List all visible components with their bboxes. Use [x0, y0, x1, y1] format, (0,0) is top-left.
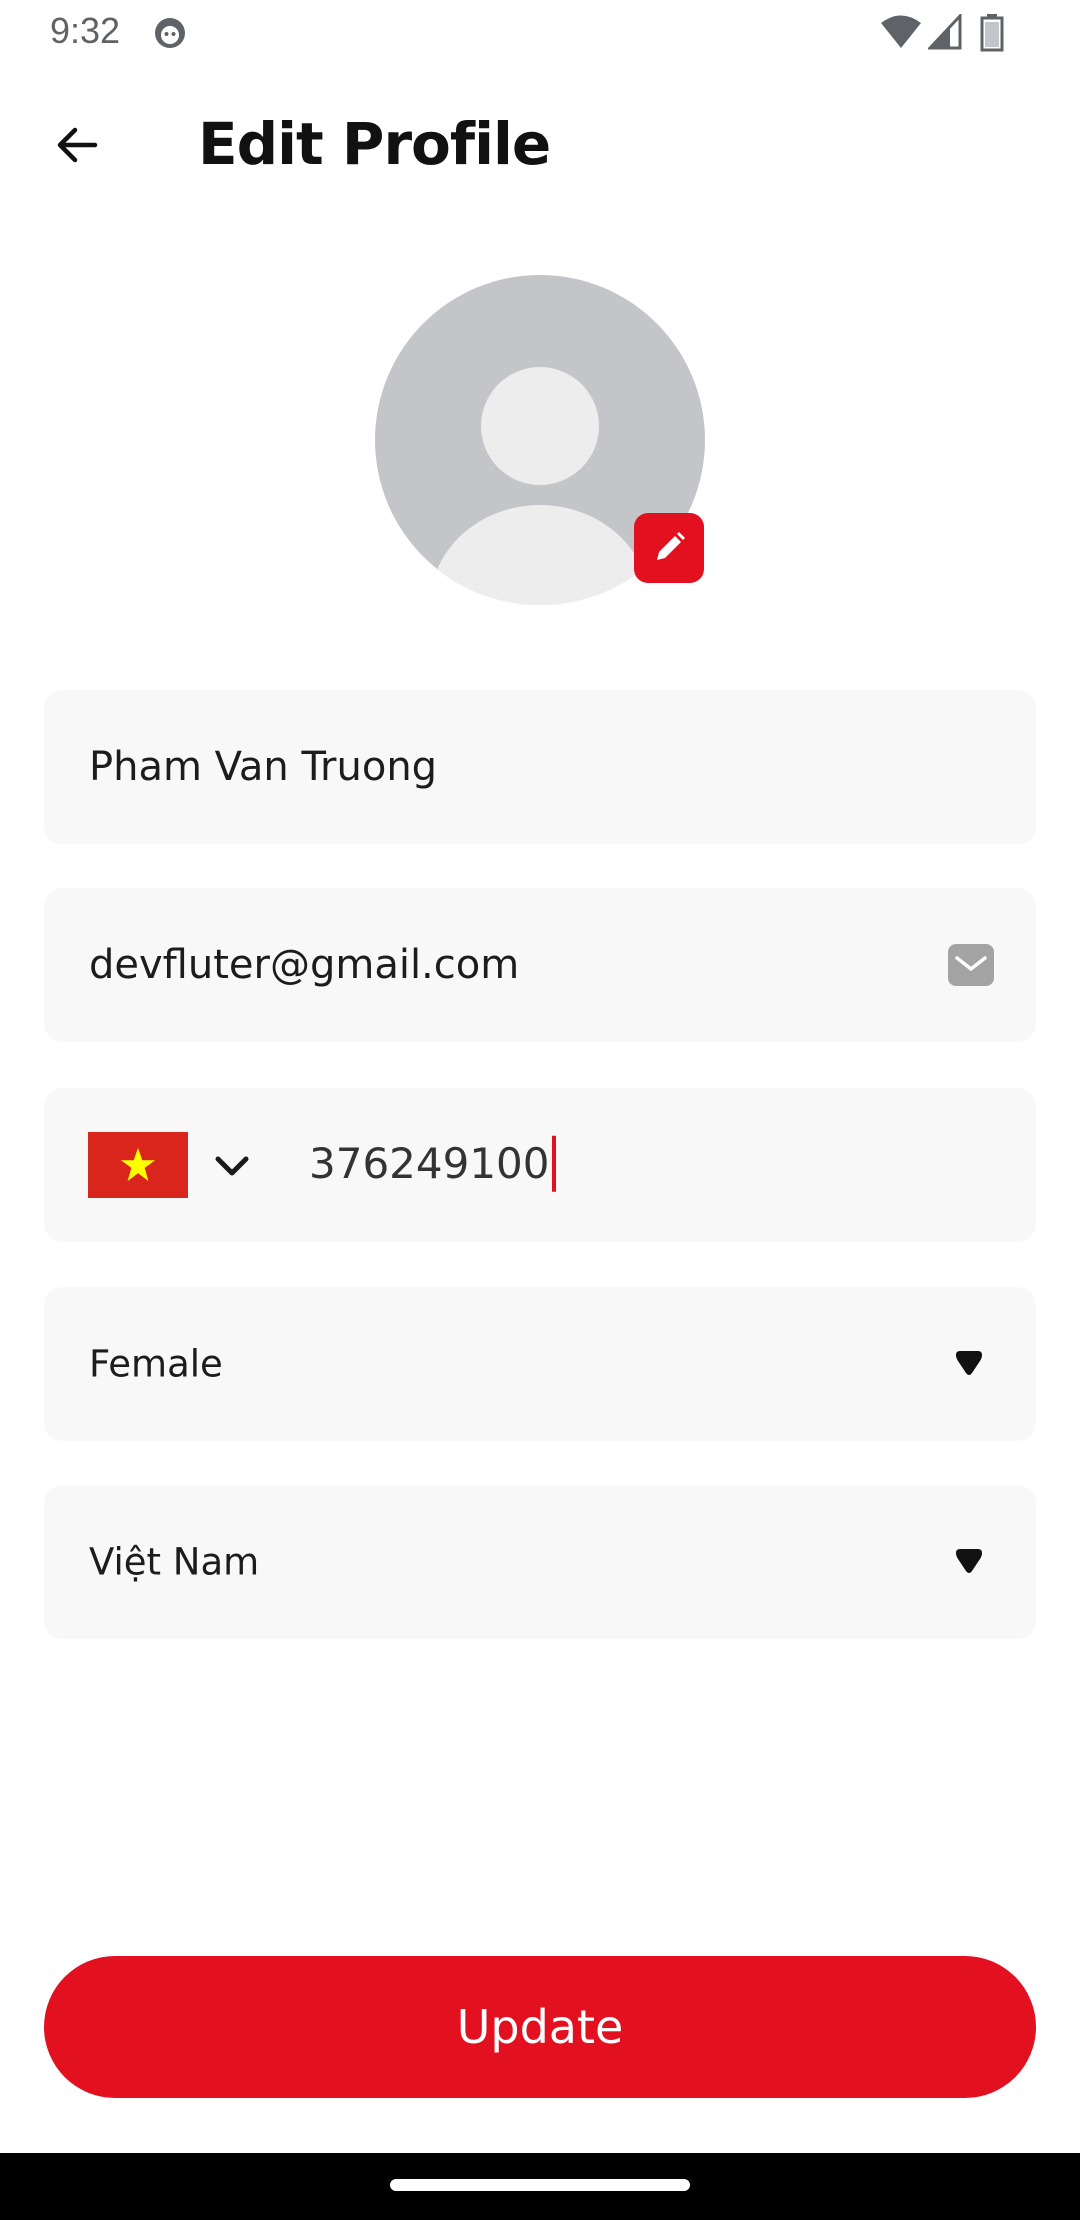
arrow-left-icon — [57, 127, 98, 163]
phone-number: 376249100 — [309, 1138, 550, 1188]
edit-avatar-button[interactable] — [634, 513, 704, 583]
email-input[interactable]: devfluter@gmail.com — [89, 942, 519, 988]
back-button[interactable] — [44, 112, 110, 178]
home-indicator[interactable] — [390, 2179, 690, 2191]
caret-down-icon — [956, 1549, 982, 1573]
mail-icon — [948, 944, 994, 986]
name-input[interactable]: Pham Van Truong — [89, 744, 437, 790]
status-bar: 9:32 — [0, 0, 1080, 64]
email-field[interactable]: devfluter@gmail.com — [44, 888, 1036, 1042]
pencil-icon — [657, 532, 685, 560]
phone-input[interactable]: 376249100 — [309, 1135, 556, 1192]
gender-selected-value: Female — [89, 1342, 223, 1386]
flag-star-icon — [120, 1147, 156, 1182]
chevron-down-icon[interactable] — [212, 1146, 252, 1186]
avatar-placeholder-body — [430, 505, 650, 605]
text-cursor — [551, 1135, 556, 1192]
signal-icon — [928, 14, 962, 50]
notification-app-icon — [155, 18, 185, 48]
update-button[interactable]: Update — [44, 1956, 1036, 2098]
vietnam-flag-icon[interactable] — [88, 1132, 188, 1198]
name-field[interactable]: Pham Van Truong — [44, 690, 1036, 844]
page-title: Edit Profile — [198, 110, 551, 178]
caret-down-icon — [956, 1351, 982, 1375]
wifi-icon — [881, 15, 921, 48]
status-time: 9:32 — [50, 10, 121, 51]
battery-icon — [980, 14, 1004, 52]
avatar-placeholder-head — [481, 367, 599, 485]
country-selected-value: Việt Nam — [89, 1540, 260, 1584]
gender-dropdown[interactable]: Female — [44, 1287, 1036, 1441]
country-dropdown[interactable]: Việt Nam — [44, 1485, 1036, 1639]
phone-field[interactable]: 376249100 — [44, 1088, 1036, 1242]
